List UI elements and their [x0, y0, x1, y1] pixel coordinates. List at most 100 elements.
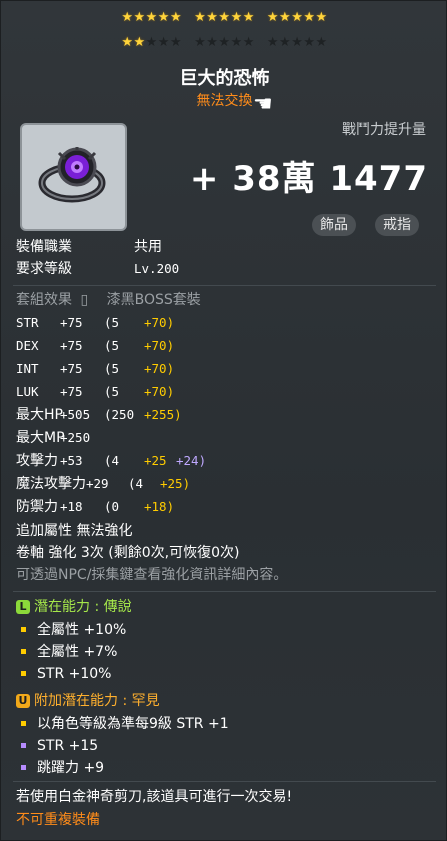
star-icon: ★: [266, 10, 280, 25]
star-icon: ★: [145, 10, 158, 25]
star-icon: ★: [121, 10, 134, 25]
stat-base: (5: [104, 338, 120, 353]
star-icon: ★: [315, 10, 328, 25]
additional-potential-line: STR +15: [16, 736, 98, 756]
star-icon: ★: [133, 10, 146, 25]
stat-total: +75: [60, 384, 83, 399]
stat-name: 最大HP: [16, 407, 63, 423]
set-name: 漆黑BOSS套裝: [106, 292, 201, 308]
stat-bonus: +18): [144, 499, 175, 514]
stat-name: STR: [16, 315, 39, 330]
stat-total: +75: [60, 315, 83, 330]
star-force-row-2: ★★★★★ ★★★★★ ★★★★★: [1, 35, 447, 51]
star-icon: ★: [121, 35, 134, 50]
combat-power-value: + 38萬 1477: [189, 159, 428, 199]
stat-base: (250: [104, 407, 135, 422]
star-icon: ★: [279, 10, 292, 25]
set-effect-row: 套組效果 ▯ 漆黑BOSS套裝: [16, 290, 201, 310]
stat-base: (5: [104, 361, 120, 376]
potential-title: 潛在能力 : 傳說: [34, 599, 132, 615]
star-icon: ★: [157, 10, 170, 25]
star-icon: ★: [242, 35, 255, 50]
stat-bonus: +25: [144, 453, 167, 468]
level-value: Lv.200: [134, 261, 180, 276]
trade-status: 無法交換: [196, 93, 253, 109]
potential-line-text: 全屬性 +7%: [37, 644, 118, 660]
hand-cursor-icon: ☚: [253, 92, 273, 117]
divider: [13, 285, 436, 286]
level-label: 要求等級: [16, 261, 72, 277]
potential-line-text: 全屬性 +10%: [37, 622, 127, 638]
star-icon: ★: [291, 10, 304, 25]
stat-bonus: +70): [144, 384, 175, 399]
divider: [13, 781, 436, 782]
star-icon: ★: [266, 35, 280, 50]
stat-total: +75: [60, 338, 83, 353]
star-icon: ★: [206, 10, 219, 25]
stat-name: DEX: [16, 338, 39, 353]
stat-name: 最大MP: [16, 430, 65, 446]
star-icon: ★: [169, 10, 183, 25]
star-icon: ★: [206, 35, 219, 50]
purple-eye-ring-icon: [38, 147, 106, 203]
scissors-notice: 若使用白金神奇剪刀,該道具可進行一次交易!: [16, 789, 293, 805]
additional-potential-line: 以角色等級為準每9級 STR +1: [16, 714, 229, 734]
stat-name: 攻擊力: [16, 453, 58, 469]
job-label: 裝備職業: [16, 239, 72, 255]
extra-attribute: 追加屬性 無法強化: [16, 523, 133, 539]
additional-potential-header: U 附加潛在能力 : 罕見: [16, 691, 160, 711]
star-icon: ★: [194, 35, 207, 50]
star-icon: ★: [242, 10, 255, 25]
potential-line-text: STR +10%: [37, 666, 112, 682]
combat-power-label: 戰鬥力提升量: [342, 122, 426, 138]
stat-bonus: +70): [144, 361, 175, 376]
stat-base: (4: [104, 453, 120, 468]
stat-total: +75: [60, 361, 83, 376]
stat-bonus: +70): [144, 315, 175, 330]
stat-bonus: +255): [144, 407, 182, 422]
bullet-icon: [21, 720, 26, 726]
category-tag-ring: 戒指: [375, 214, 419, 236]
star-force-row-1: ★★★★★ ★★★★★ ★★★★★: [1, 10, 447, 26]
stat-total: +505: [60, 407, 91, 422]
bullet-icon: [21, 670, 26, 676]
category-tag-accessory: 飾品: [312, 214, 356, 236]
legendary-badge-icon: L: [16, 600, 30, 614]
stat-base: (4: [128, 476, 144, 491]
job-row: 裝備職業 共用: [16, 237, 162, 257]
stat-total: +250: [60, 430, 91, 445]
set-label: 套組效果: [16, 292, 72, 308]
mouse-icon: ▯: [80, 292, 89, 308]
no-duplicate-equip: 不可重複裝備: [16, 812, 100, 828]
stat-name: LUK: [16, 384, 39, 399]
star-icon: ★: [169, 35, 183, 50]
stat-name: 魔法攻擊力: [16, 476, 86, 492]
stat-name: 防禦力: [16, 499, 58, 515]
item-icon-box[interactable]: [20, 123, 127, 231]
potential-line: 全屬性 +7%: [16, 642, 117, 662]
level-row: 要求等級 Lv.200: [16, 259, 179, 279]
unique-badge-icon: U: [16, 694, 30, 708]
star-icon: ★: [303, 35, 316, 50]
stat-bonus: +25): [160, 476, 191, 491]
additional-potential-line-text: STR +15: [37, 738, 99, 754]
star-icon: ★: [133, 35, 146, 50]
additional-potential-line: 跳躍力 +9: [16, 758, 104, 778]
job-value: 共用: [134, 239, 162, 255]
stat-bonus: +70): [144, 338, 175, 353]
stat-base: (5: [104, 384, 120, 399]
star-icon: ★: [157, 35, 170, 50]
stat-base: (0: [104, 499, 120, 514]
stat-total: +29: [86, 476, 109, 491]
potential-line: STR +10%: [16, 664, 111, 684]
star-icon: ★: [218, 10, 231, 25]
stat-name: INT: [16, 361, 39, 376]
potential-line: 全屬性 +10%: [16, 620, 126, 640]
star-icon: ★: [194, 10, 207, 25]
star-icon: ★: [315, 35, 328, 50]
bullet-icon: [21, 648, 26, 654]
bullet-icon: [21, 742, 26, 748]
additional-potential-line-text: 跳躍力 +9: [37, 760, 105, 776]
item-tooltip: ★★★★★ ★★★★★ ★★★★★ ★★★★★ ★★★★★ ★★★★★ 巨大的恐怖 無法…: [0, 0, 447, 841]
star-icon: ★: [145, 35, 158, 50]
